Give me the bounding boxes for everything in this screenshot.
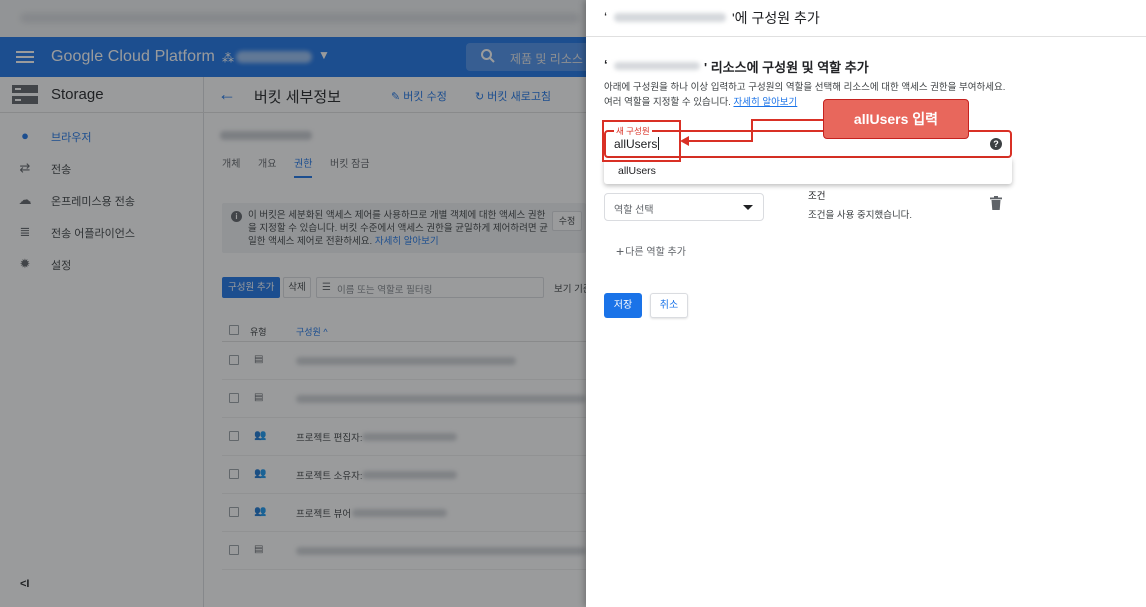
cancel-button[interactable]: 취소	[650, 293, 688, 318]
section-open-quote: ‘	[604, 57, 608, 72]
add-member-panel: ‘ '에 구성원 추가 ‘ ' 리소스에 구성원 및 역할 추가 아래에 구성원…	[586, 0, 1146, 607]
role-select[interactable]: 역할 선택	[604, 193, 764, 221]
learn-more-link[interactable]: 자세히 알아보기	[733, 97, 797, 108]
trash-icon[interactable]	[990, 196, 1002, 210]
annotation-connector	[751, 119, 753, 142]
autocomplete-option[interactable]: allUsers	[618, 165, 656, 177]
blurred-resource-name	[614, 62, 700, 70]
annotation-connector	[687, 140, 753, 142]
save-button[interactable]: 저장	[604, 293, 642, 318]
annotation-connector	[751, 119, 824, 121]
condition-description: 조건을 사용 중지했습니다.	[808, 210, 913, 221]
help-icon[interactable]: ?	[990, 138, 1002, 150]
blurred-bucket-name	[614, 13, 726, 22]
add-role-button[interactable]: +다른 역할 추가	[616, 243, 686, 259]
annotation-callout: allUsers 입력	[823, 99, 969, 139]
section-title: ' 리소스에 구성원 및 역할 추가	[704, 60, 869, 75]
open-quote: ‘	[604, 9, 608, 25]
role-placeholder: 역할 선택	[614, 205, 654, 216]
modal-overlay[interactable]	[0, 0, 586, 607]
condition-title: 조건	[808, 191, 826, 202]
panel-title: '에 구성원 추가	[732, 10, 820, 26]
panel-header: ‘ '에 구성원 추가	[586, 0, 1146, 37]
annotation-highlight-box	[602, 120, 681, 162]
plus-icon: +	[616, 243, 625, 259]
dropdown-caret-icon	[743, 205, 753, 210]
annotation-arrowhead	[680, 136, 689, 146]
add-role-label: 다른 역할 추가	[625, 247, 686, 258]
gcp-console-background: Google Cloud Platform ⁂ ▼ 제품 및 리소스 검	[0, 0, 586, 607]
screen: Google Cloud Platform ⁂ ▼ 제품 및 리소스 검	[0, 0, 1146, 607]
